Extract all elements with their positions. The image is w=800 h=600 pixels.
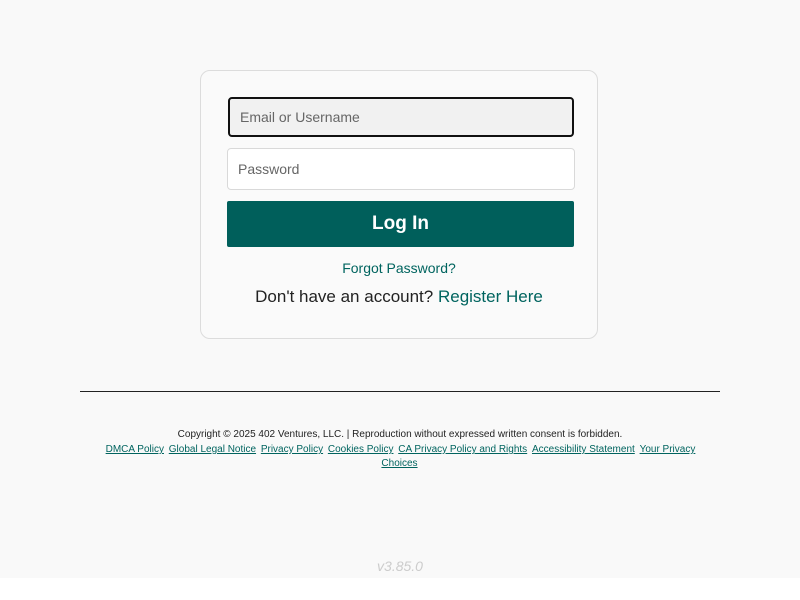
footer: Copyright © 2025 402 Ventures, LLC. | Re… [90, 428, 710, 471]
bottom-strip [0, 578, 800, 600]
email-username-input[interactable] [228, 97, 574, 137]
footer-links: DMCA Policy Global Legal Notice Privacy … [90, 443, 710, 471]
register-row: Don't have an account? Register Here [201, 287, 597, 307]
copyright-text: Copyright © 2025 402 Ventures, LLC. | Re… [177, 429, 623, 440]
forgot-password-link[interactable]: Forgot Password? [342, 260, 456, 276]
forgot-password-row: Forgot Password? [201, 260, 597, 276]
login-button[interactable]: Log In [227, 201, 574, 247]
privacy-policy-link[interactable]: Privacy Policy [261, 444, 323, 455]
footer-divider [80, 391, 720, 392]
cookies-policy-link[interactable]: Cookies Policy [328, 444, 394, 455]
register-link[interactable]: Register Here [438, 287, 543, 306]
accessibility-statement-link[interactable]: Accessibility Statement [532, 444, 635, 455]
dmca-policy-link[interactable]: DMCA Policy [106, 444, 164, 455]
ca-privacy-policy-link[interactable]: CA Privacy Policy and Rights [398, 444, 527, 455]
version-label: v3.85.0 [377, 558, 423, 574]
login-card: Log In Forgot Password? Don't have an ac… [200, 70, 598, 339]
login-page: Log In Forgot Password? Don't have an ac… [0, 0, 800, 600]
no-account-text: Don't have an account? [255, 287, 438, 306]
global-legal-notice-link[interactable]: Global Legal Notice [169, 444, 256, 455]
password-input[interactable] [227, 148, 575, 190]
